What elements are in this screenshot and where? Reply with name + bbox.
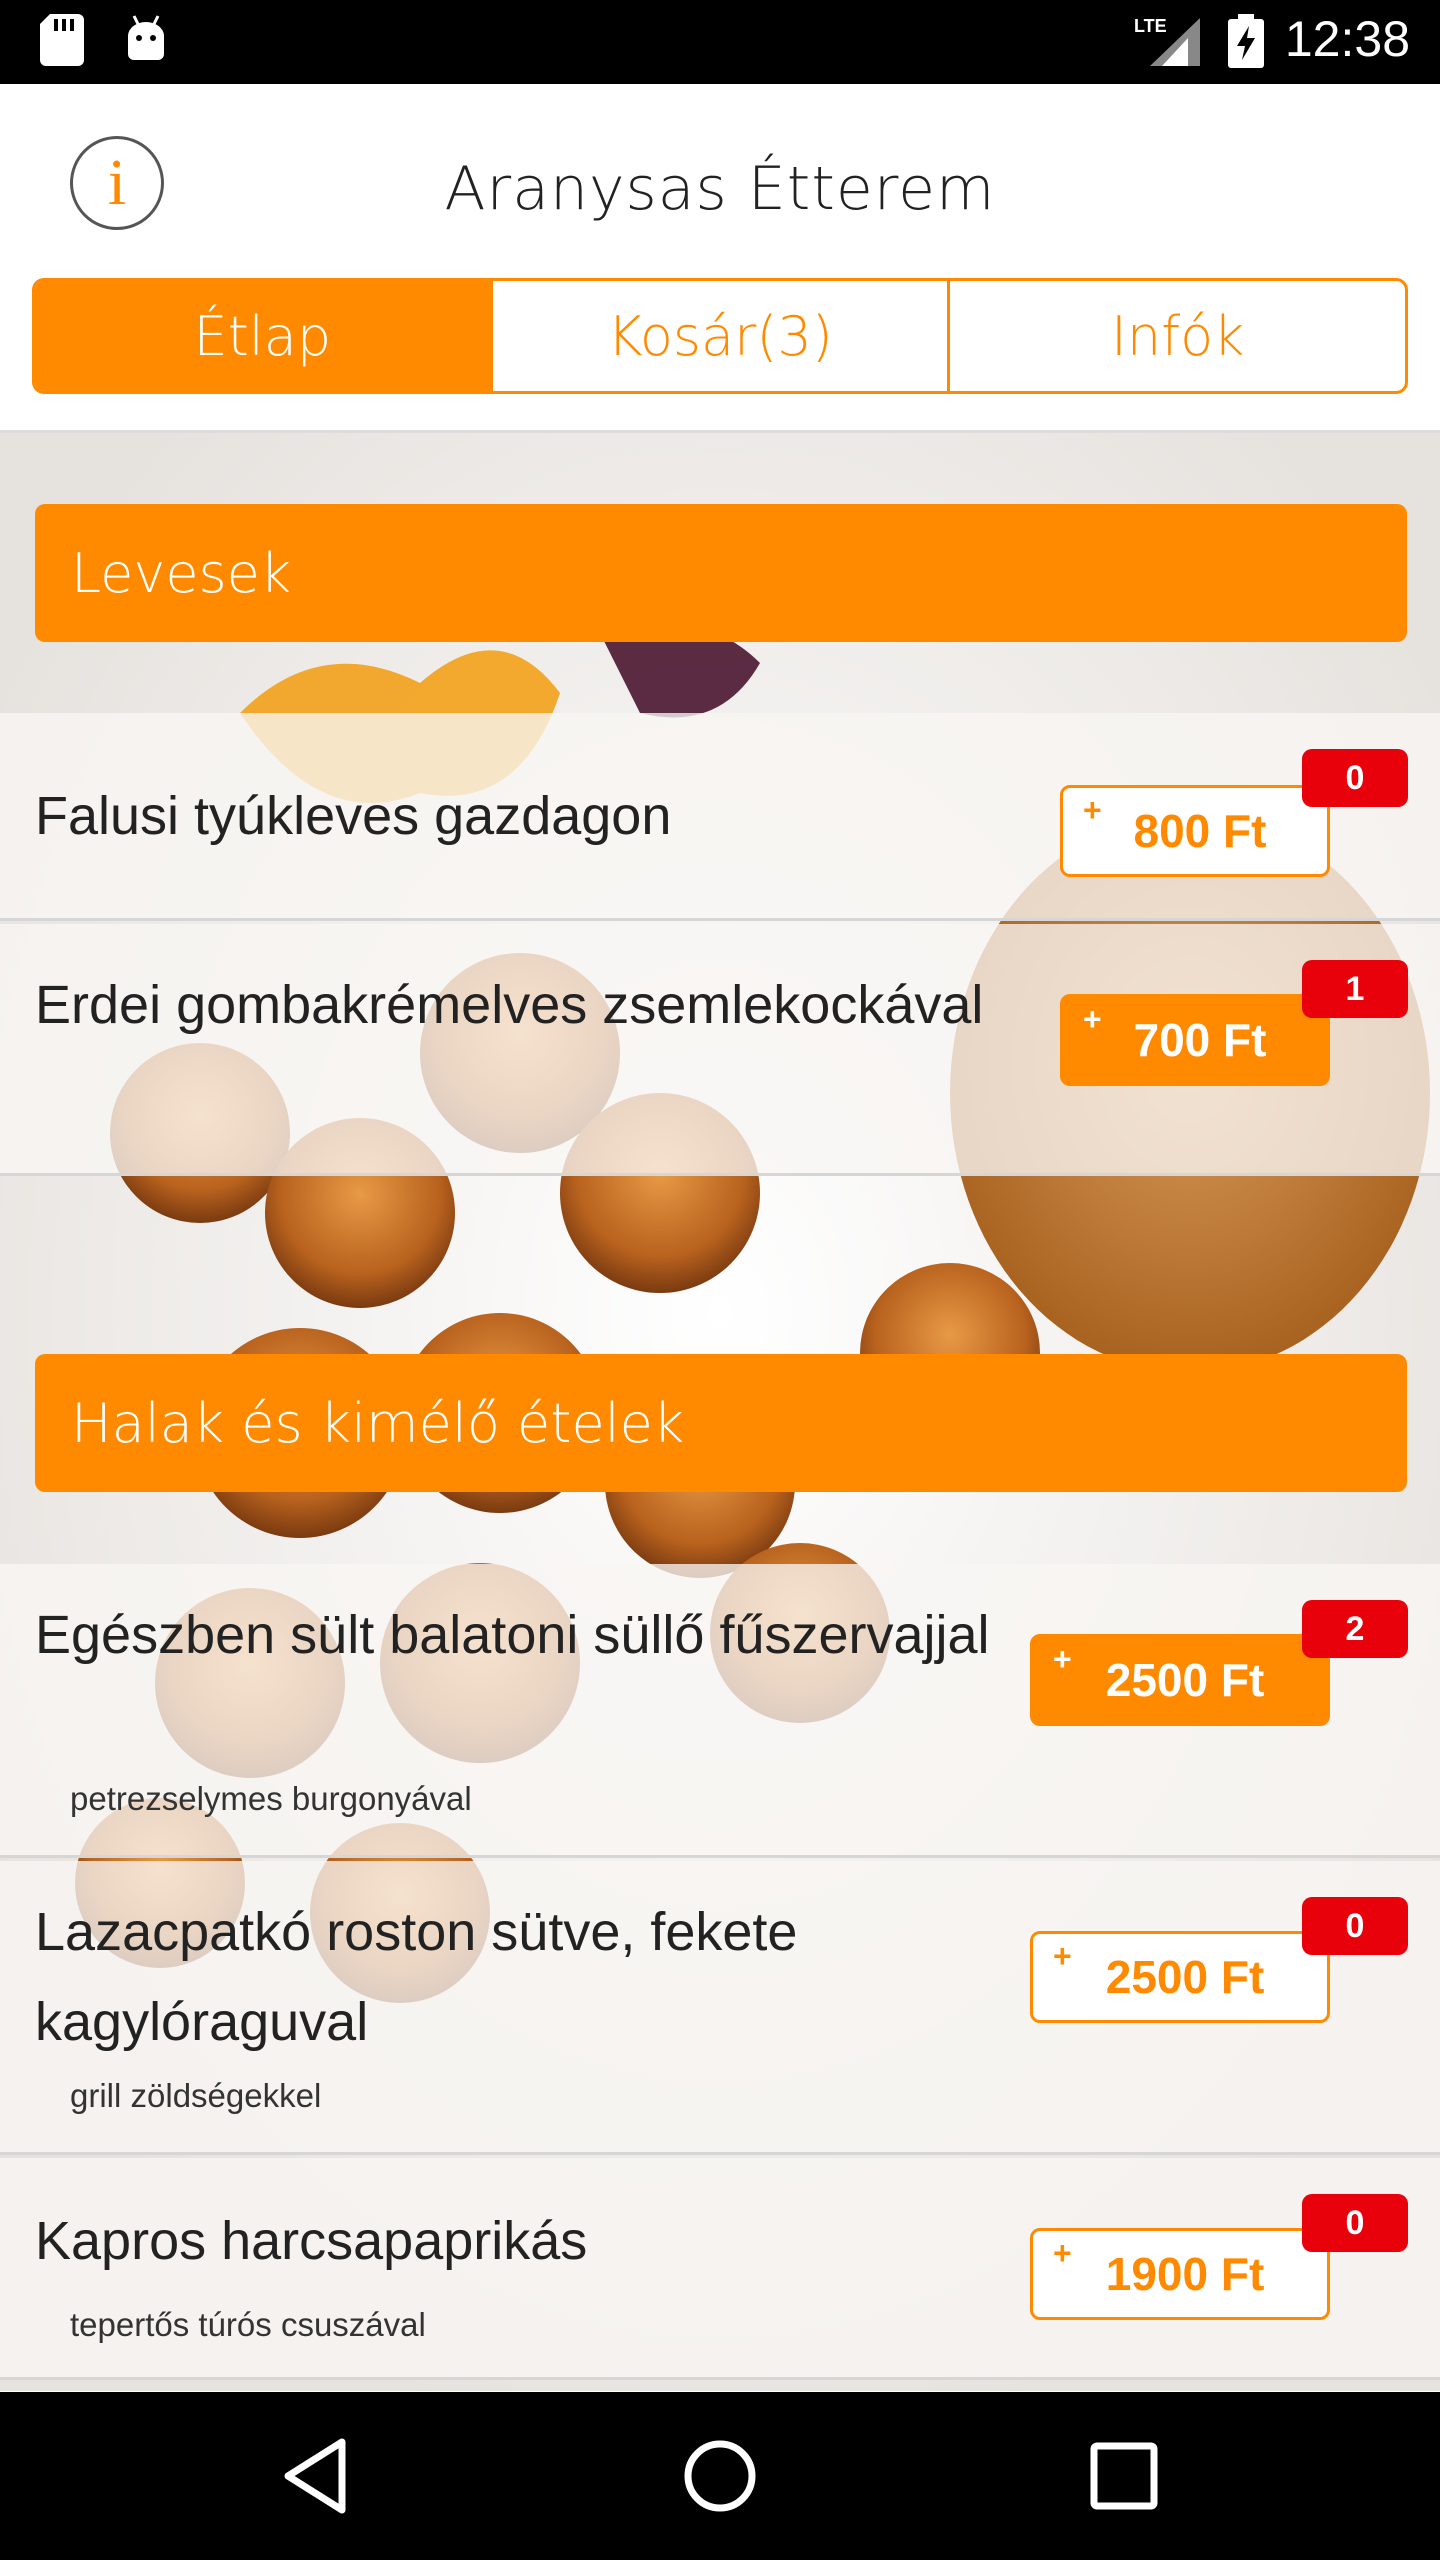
category-header-soups[interactable]: Levesek — [35, 504, 1407, 642]
plus-icon: + — [1053, 2235, 1072, 2271]
quantity-badge: 1 — [1302, 960, 1408, 1018]
add-to-cart-button[interactable]: + 2500 Ft — [1030, 1931, 1330, 2023]
item-name: Erdei gombakrémelves zsemlekockával — [35, 975, 984, 1035]
item-name: Falusi tyúkleves gazdagon — [35, 786, 672, 846]
plus-icon: + — [1083, 1001, 1102, 1037]
svg-text:LTE: LTE — [1134, 16, 1167, 36]
item-subtitle: tepertős túrós csuszával — [70, 2306, 426, 2343]
home-icon[interactable] — [674, 2430, 766, 2522]
add-to-cart-button[interactable]: + 800 Ft — [1060, 785, 1330, 877]
menu-list[interactable]: Levesek Falusi tyúkleves gazdagon + 800 … — [0, 433, 1440, 2391]
status-time: 12:38 — [1284, 11, 1410, 67]
recent-apps-icon[interactable] — [1078, 2430, 1170, 2522]
navigation-bar — [0, 2392, 1440, 2560]
tab-bar: Étlap Kosár(3) Infók — [32, 278, 1408, 394]
item-price: 800 Ft — [1133, 805, 1267, 857]
item-price: 700 Ft — [1133, 1014, 1267, 1066]
menu-item[interactable]: Egészben sült balatoni süllő fűszervajja… — [0, 1564, 1440, 1858]
sd-card-icon — [40, 14, 84, 66]
item-subtitle: grill zöldségekkel — [70, 2077, 322, 2114]
add-to-cart-button[interactable]: + 2500 Ft — [1030, 1634, 1330, 1726]
quantity-badge: 2 — [1302, 1600, 1408, 1658]
item-price: 2500 Ft — [1105, 1654, 1265, 1706]
menu-item[interactable]: Falusi tyúkleves gazdagon + 800 Ft 0 — [0, 713, 1440, 921]
android-icon — [128, 15, 164, 60]
battery-charging-icon — [1228, 14, 1264, 68]
menu-item[interactable]: Kapros harcsapaprikás tepertős túrós csu… — [0, 2158, 1440, 2380]
item-name: Egészben sült balatoni süllő fűszervajja… — [35, 1605, 990, 1665]
add-to-cart-button[interactable]: + 700 Ft — [1060, 994, 1330, 1086]
quantity-badge: 0 — [1302, 2194, 1408, 2252]
menu-item[interactable]: Lazacpatkó roston sütve, fekete kagylóra… — [0, 1861, 1440, 2155]
tab-menu[interactable]: Étlap — [35, 281, 490, 391]
plus-icon: + — [1053, 1641, 1072, 1677]
item-price: 1900 Ft — [1105, 2248, 1265, 2300]
menu-item[interactable]: Erdei gombakrémelves zsemlekockával + 70… — [0, 924, 1440, 1176]
plus-icon: + — [1053, 1938, 1072, 1974]
item-subtitle: petrezselymes burgonyával — [70, 1780, 472, 1817]
category-header-fish[interactable]: Halak és kimélő ételek — [35, 1354, 1407, 1492]
item-name: Lazacpatkó roston sütve, fekete kagylóra… — [35, 1902, 798, 2052]
tab-info[interactable]: Infók — [947, 281, 1405, 391]
lte-signal-icon: LTE — [1134, 16, 1200, 66]
add-to-cart-button[interactable]: + 1900 Ft — [1030, 2228, 1330, 2320]
quantity-badge: 0 — [1302, 1897, 1408, 1955]
page-title: Aranysas Étterem — [444, 154, 996, 224]
item-name: Kapros harcsapaprikás — [35, 2211, 588, 2271]
quantity-badge: 0 — [1302, 749, 1408, 807]
back-icon[interactable] — [270, 2430, 362, 2522]
tab-cart[interactable]: Kosár(3) — [489, 281, 948, 391]
item-price: 2500 Ft — [1105, 1951, 1265, 2003]
app-header: i Aranysas Étterem — [0, 84, 1440, 274]
status-bar: LTE 12:38 — [0, 0, 1440, 84]
plus-icon: + — [1083, 792, 1102, 828]
